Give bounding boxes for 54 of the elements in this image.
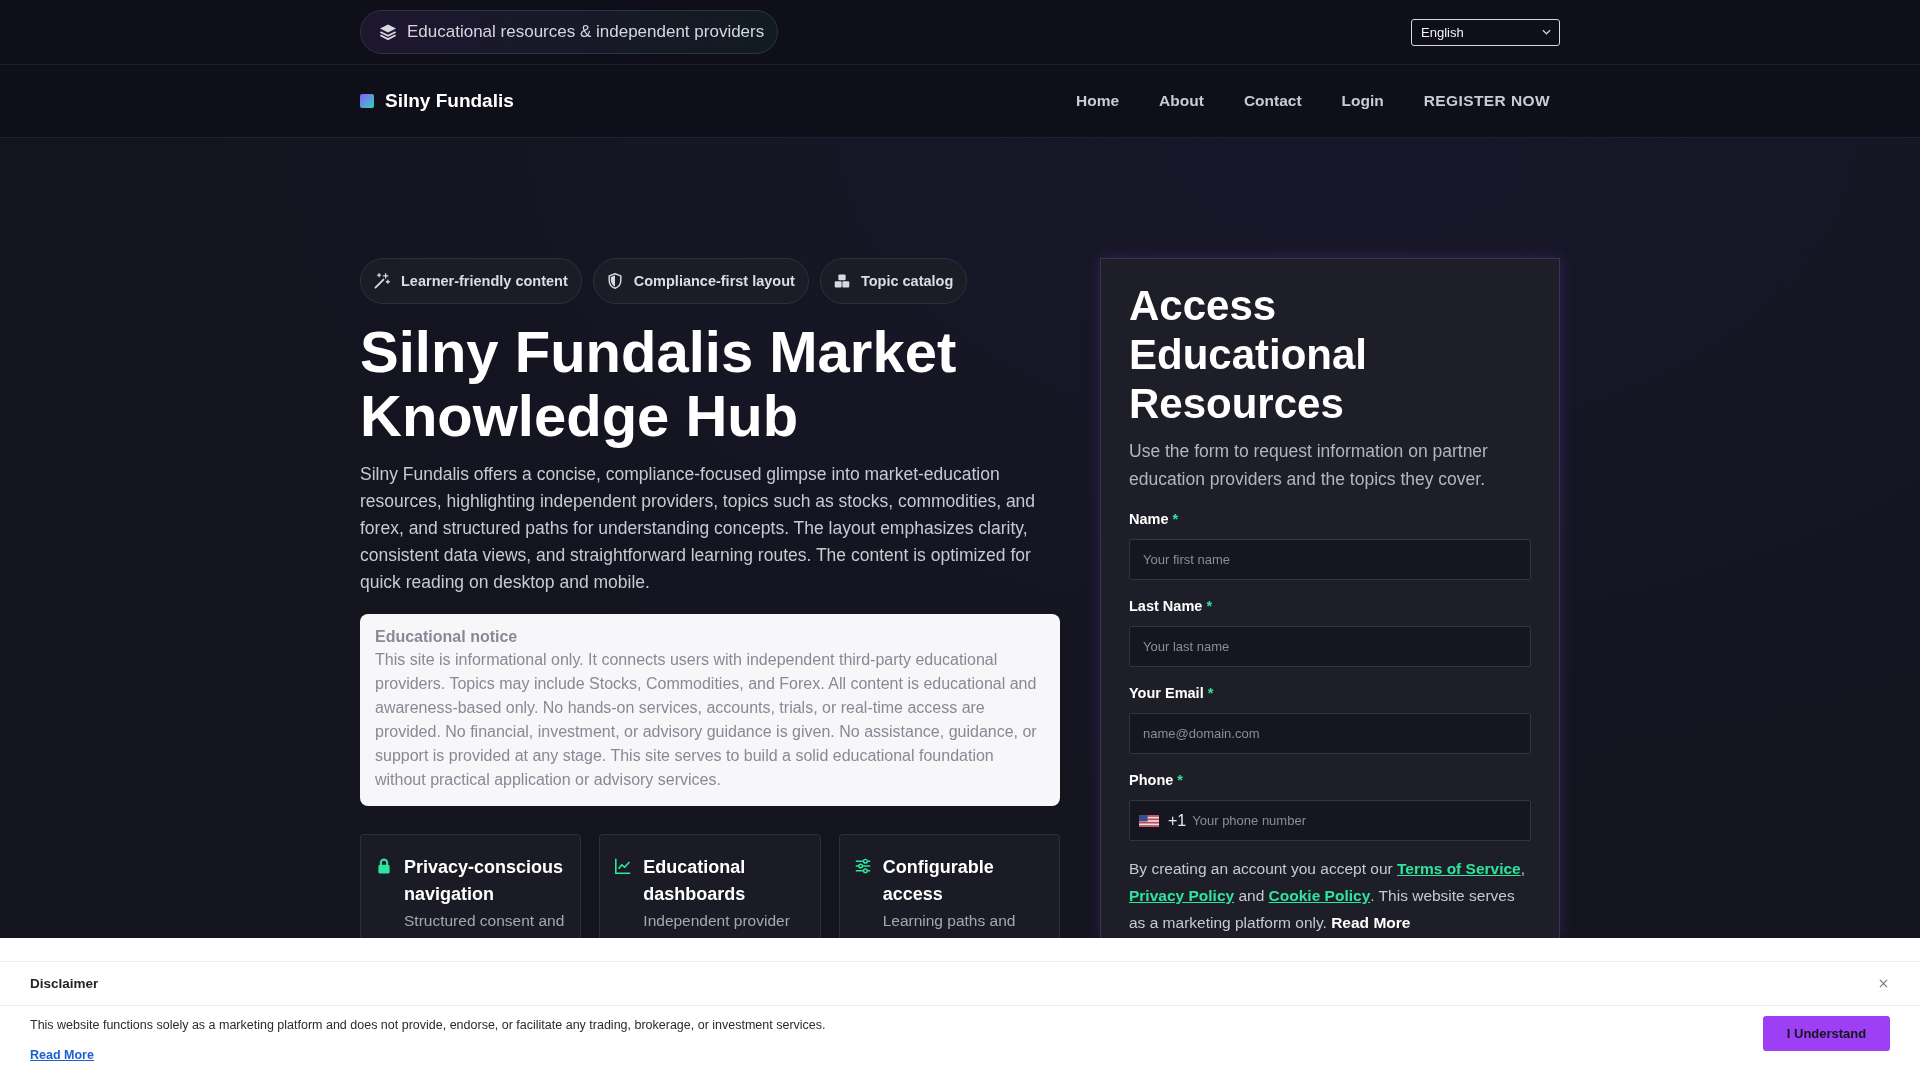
pill-text: Learner-friendly content (401, 273, 568, 289)
field-label: Name * (1129, 510, 1180, 529)
text-link[interactable]: Terms of Service (1396, 860, 1521, 877)
form-title: Access Educational Resources (1129, 281, 1369, 428)
read-more-link[interactable]: Read More (1331, 914, 1411, 931)
close-icon (1879, 979, 1888, 988)
field-label: Phone * (1129, 771, 1184, 790)
close-button[interactable] (1877, 977, 1890, 990)
country-code-button[interactable]: +1 (1137, 806, 1189, 835)
consent-text: By creating an account you accept our Terms of Service, Privacy Policy and Cookie Policy. This website serves as a marketing platform only. Read More (1129, 859, 1527, 933)
understand-button[interactable]: I Understand (1763, 1016, 1890, 1051)
feature-title: Privacy-conscious navigation (404, 856, 565, 906)
nav-link[interactable]: REGISTER NOW (1413, 86, 1560, 116)
nav-link[interactable]: Login (1331, 86, 1394, 116)
feature-text: Structured consent and (404, 911, 566, 931)
tagline-text: Educational resources & independent providers (407, 22, 765, 42)
field-label: Your Email * (1129, 684, 1215, 703)
line-chart-icon (615, 858, 632, 874)
phone-field[interactable]: +1 Your phone number (1129, 800, 1531, 841)
disclaimer-text: This website functions solely as a marketing platform and does not provide, endorse, or facilitate any trading, brokerage, or investment services. (30, 1017, 826, 1034)
input-field[interactable]: Your phone number (1192, 807, 1521, 834)
chevron-down-icon (1542, 29, 1551, 35)
pill-text: Compliance-first layout (633, 273, 795, 289)
flag-icon (1139, 814, 1159, 827)
nav-link[interactable]: Home (1066, 86, 1130, 116)
text-link[interactable]: Privacy Policy (1129, 887, 1235, 904)
nav-link[interactable]: About (1149, 86, 1214, 116)
brand-name[interactable]: Silny Fundalis (385, 90, 514, 112)
lock-icon (376, 858, 392, 874)
notice-title: Educational notice (375, 627, 519, 647)
text-link[interactable]: Cookie Policy (1268, 887, 1371, 904)
layers-icon (380, 24, 396, 40)
feature-title: Educational dashboards (643, 856, 747, 906)
nav-link[interactable]: Contact (1233, 86, 1312, 116)
field-label: Last Name * (1129, 597, 1214, 616)
feature-text: Independent provider (643, 911, 791, 931)
logo-icon (360, 94, 374, 108)
feature-title: Configurable access (882, 856, 995, 906)
input-field[interactable]: name@domain.com (1129, 713, 1531, 754)
input-field[interactable]: Your last name (1129, 626, 1531, 667)
language-select[interactable]: English (1411, 18, 1560, 46)
hero-intro: Silny Fundalis offers a concise, compliance-focused glimpse into market-education resources, highlighting independent providers, topics such as stocks, commodities, and forex, and structured paths for understanding concepts. The layout emphasizes clarity, consistent data views, and straightforward learning routes. The content is optimized for quick reading on desktop and mobile. (360, 463, 1037, 594)
hero-title: Silny Fundalis Market Knowledge Hub (360, 320, 958, 448)
notice-text: This site is informational only. It connects users with independent third-party educational providers. Topics may include Stocks, Commodities, and Forex. All content is educational and awareness-based only. No hands-on services, accounts, trials, or real-time access are provided. No financial, investment, or advisory guidance is given. No assistance, guidance, or support is provided at any stage. This site serves to build a solid educational foundation without practical application or advisory services. (375, 650, 1038, 790)
magic-wand-icon (374, 273, 390, 289)
shield-icon (606, 273, 623, 289)
form-intro: Use the form to request information on partner education providers and the topics they cover. (1129, 440, 1489, 491)
disclaimer-title: Disclaimer (30, 976, 99, 991)
cubes-icon (833, 273, 850, 289)
feature-text: Learning paths and (882, 911, 1017, 931)
input-field[interactable]: Your first name (1129, 539, 1531, 580)
sliders-icon (854, 858, 871, 874)
pill-text: Topic catalog (860, 273, 954, 289)
read-more-link[interactable]: Read More (30, 1046, 94, 1064)
